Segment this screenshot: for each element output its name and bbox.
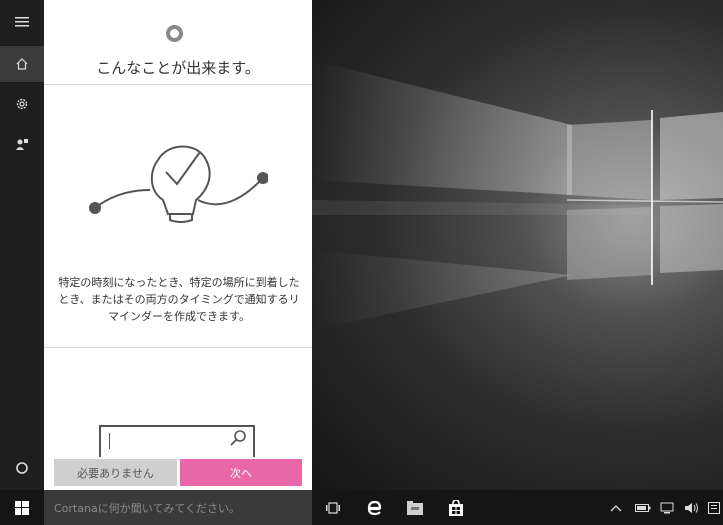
feedback-icon[interactable]	[0, 126, 44, 162]
desktop-wallpaper	[312, 0, 723, 490]
cortana-input-box[interactable]	[99, 425, 255, 457]
edge-icon[interactable]	[361, 490, 387, 525]
taskbar: Cortanaに何か聞いてみてください。	[0, 490, 723, 525]
file-explorer-icon[interactable]	[402, 490, 428, 525]
settings-icon[interactable]	[0, 86, 44, 122]
reminder-lightbulb-icon	[89, 145, 268, 223]
panel-header: こんなことが出来ます。	[44, 0, 312, 85]
search-placeholder: Cortanaに何か聞いてみてください。	[54, 501, 241, 515]
cortana-circle-icon[interactable]	[0, 450, 44, 486]
cortana-rail	[0, 0, 44, 490]
volume-icon[interactable]	[684, 490, 700, 525]
network-icon[interactable]	[660, 490, 674, 525]
task-view-icon[interactable]	[320, 490, 346, 525]
cortana-logo-icon	[166, 25, 183, 42]
search-icon[interactable]	[229, 429, 247, 447]
chevron-up-icon[interactable]	[610, 490, 622, 525]
text-cursor	[109, 433, 110, 449]
windows-start-icon[interactable]	[0, 490, 44, 525]
skip-button[interactable]: 必要ありません	[54, 459, 177, 486]
notification-icon[interactable]	[708, 490, 720, 525]
hamburger-menu-icon[interactable]	[0, 4, 44, 40]
next-button[interactable]: 次へ	[180, 459, 302, 486]
divider	[44, 347, 312, 348]
battery-icon[interactable]	[635, 490, 651, 525]
cortana-search-box[interactable]: Cortanaに何か聞いてみてください。	[44, 490, 312, 525]
panel-title: こんなことが出来ます。	[96, 59, 260, 77]
cortana-panel: こんなことが出来ます。 特定の時刻になったとき、特定の場所に到着したとき、または…	[44, 0, 312, 490]
reminder-description: 特定の時刻になったとき、特定の場所に到着したとき、またはその両方のタイミングで通…	[58, 276, 300, 323]
store-icon[interactable]	[443, 490, 469, 525]
home-icon[interactable]	[0, 46, 44, 82]
